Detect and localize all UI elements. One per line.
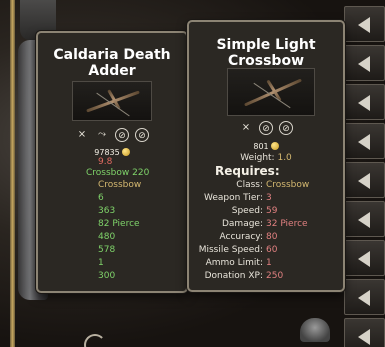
item-title: Caldaria Death Adder bbox=[53, 47, 171, 79]
req-value: 59 bbox=[266, 206, 278, 216]
weight-value: 1.0 bbox=[277, 153, 292, 163]
stat-speed: 363 bbox=[98, 206, 116, 216]
cant-reload-icon: ⊘ bbox=[135, 128, 149, 142]
req-label: Ammo Limit: bbox=[205, 258, 263, 268]
req-value: 3 bbox=[266, 193, 272, 203]
equipment-slot[interactable] bbox=[344, 123, 385, 159]
req-value: Crossbow bbox=[266, 180, 310, 190]
req-value: 80 bbox=[266, 232, 278, 242]
helmet-on-floor bbox=[300, 318, 330, 342]
item-flags: ⨯ ⊘ ⊘ bbox=[189, 121, 343, 135]
stat-weight: 9.8 bbox=[98, 157, 113, 167]
floor-ring bbox=[84, 334, 106, 347]
req-value: 32 Pierce bbox=[266, 219, 308, 229]
stat-class: Crossbow bbox=[98, 180, 142, 190]
req-value: 60 bbox=[266, 245, 278, 255]
equipment-slot[interactable] bbox=[344, 84, 385, 120]
equipment-slot[interactable] bbox=[344, 45, 385, 81]
bow-flag-icon: ⤳ bbox=[98, 129, 106, 140]
gold-coin-icon bbox=[270, 142, 279, 150]
equipment-slot[interactable] bbox=[344, 240, 385, 276]
item-title: Simple Light Crossbow bbox=[216, 37, 316, 69]
equipment-slot[interactable] bbox=[344, 201, 385, 237]
req-label: Damage: bbox=[221, 219, 263, 229]
req-label: Accuracy: bbox=[219, 232, 263, 242]
gold-coin-icon bbox=[121, 148, 130, 156]
req-label: Donation XP: bbox=[204, 271, 263, 281]
crossbow-image bbox=[227, 68, 315, 116]
req-label: Weapon Tier: bbox=[203, 193, 263, 203]
equipment-slot[interactable] bbox=[344, 6, 385, 42]
req-value: 1 bbox=[266, 258, 272, 268]
cant-use-on-horseback-icon: ⊘ bbox=[259, 121, 273, 135]
stat-tier: 6 bbox=[98, 193, 104, 203]
stat-donation-xp: 300 bbox=[98, 271, 116, 281]
cant-reload-icon: ⊘ bbox=[279, 121, 293, 135]
price-value: 97835 bbox=[94, 148, 120, 157]
banner-pole bbox=[10, 0, 15, 347]
crossbow-image bbox=[72, 81, 152, 121]
item-tooltip-right: Simple Light Crossbow ⨯ ⊘ ⊘ 801 Weight: … bbox=[187, 20, 345, 292]
req-label: Speed: bbox=[231, 206, 263, 216]
crossbow-flag-icon: ⨯ bbox=[77, 129, 87, 140]
equipment-slot-column bbox=[344, 0, 385, 347]
req-value: 250 bbox=[266, 271, 284, 281]
price-value: 801 bbox=[253, 142, 269, 151]
cant-use-on-horseback-icon: ⊘ bbox=[115, 128, 129, 142]
stat-accuracy: 480 bbox=[98, 232, 116, 242]
equipment-slot[interactable] bbox=[344, 318, 385, 347]
item-tooltip-left: Caldaria Death Adder ⨯ ⤳ ⊘ ⊘ 97835 9.8 C… bbox=[36, 31, 188, 293]
stat-skill: Crossbow 220 bbox=[86, 168, 150, 178]
stat-damage: 82 Pierce bbox=[98, 219, 140, 229]
weight-label: Weight: bbox=[240, 153, 275, 163]
weight-row: Weight: 1.0 bbox=[189, 153, 343, 163]
stat-missile-speed: 578 bbox=[98, 245, 116, 255]
stat-ammo-limit: 1 bbox=[98, 258, 104, 268]
item-flags: ⨯ ⤳ ⊘ ⊘ bbox=[38, 128, 186, 142]
equipment-slot[interactable] bbox=[344, 162, 385, 198]
equipment-slot[interactable] bbox=[344, 279, 385, 315]
requires-heading: Requires: bbox=[215, 164, 280, 178]
req-label: Missile Speed: bbox=[198, 245, 263, 255]
item-price: 801 bbox=[189, 142, 343, 151]
req-label: Class: bbox=[236, 180, 263, 190]
item-price: 97835 bbox=[38, 148, 186, 157]
crossbow-flag-icon: ⨯ bbox=[241, 122, 251, 133]
